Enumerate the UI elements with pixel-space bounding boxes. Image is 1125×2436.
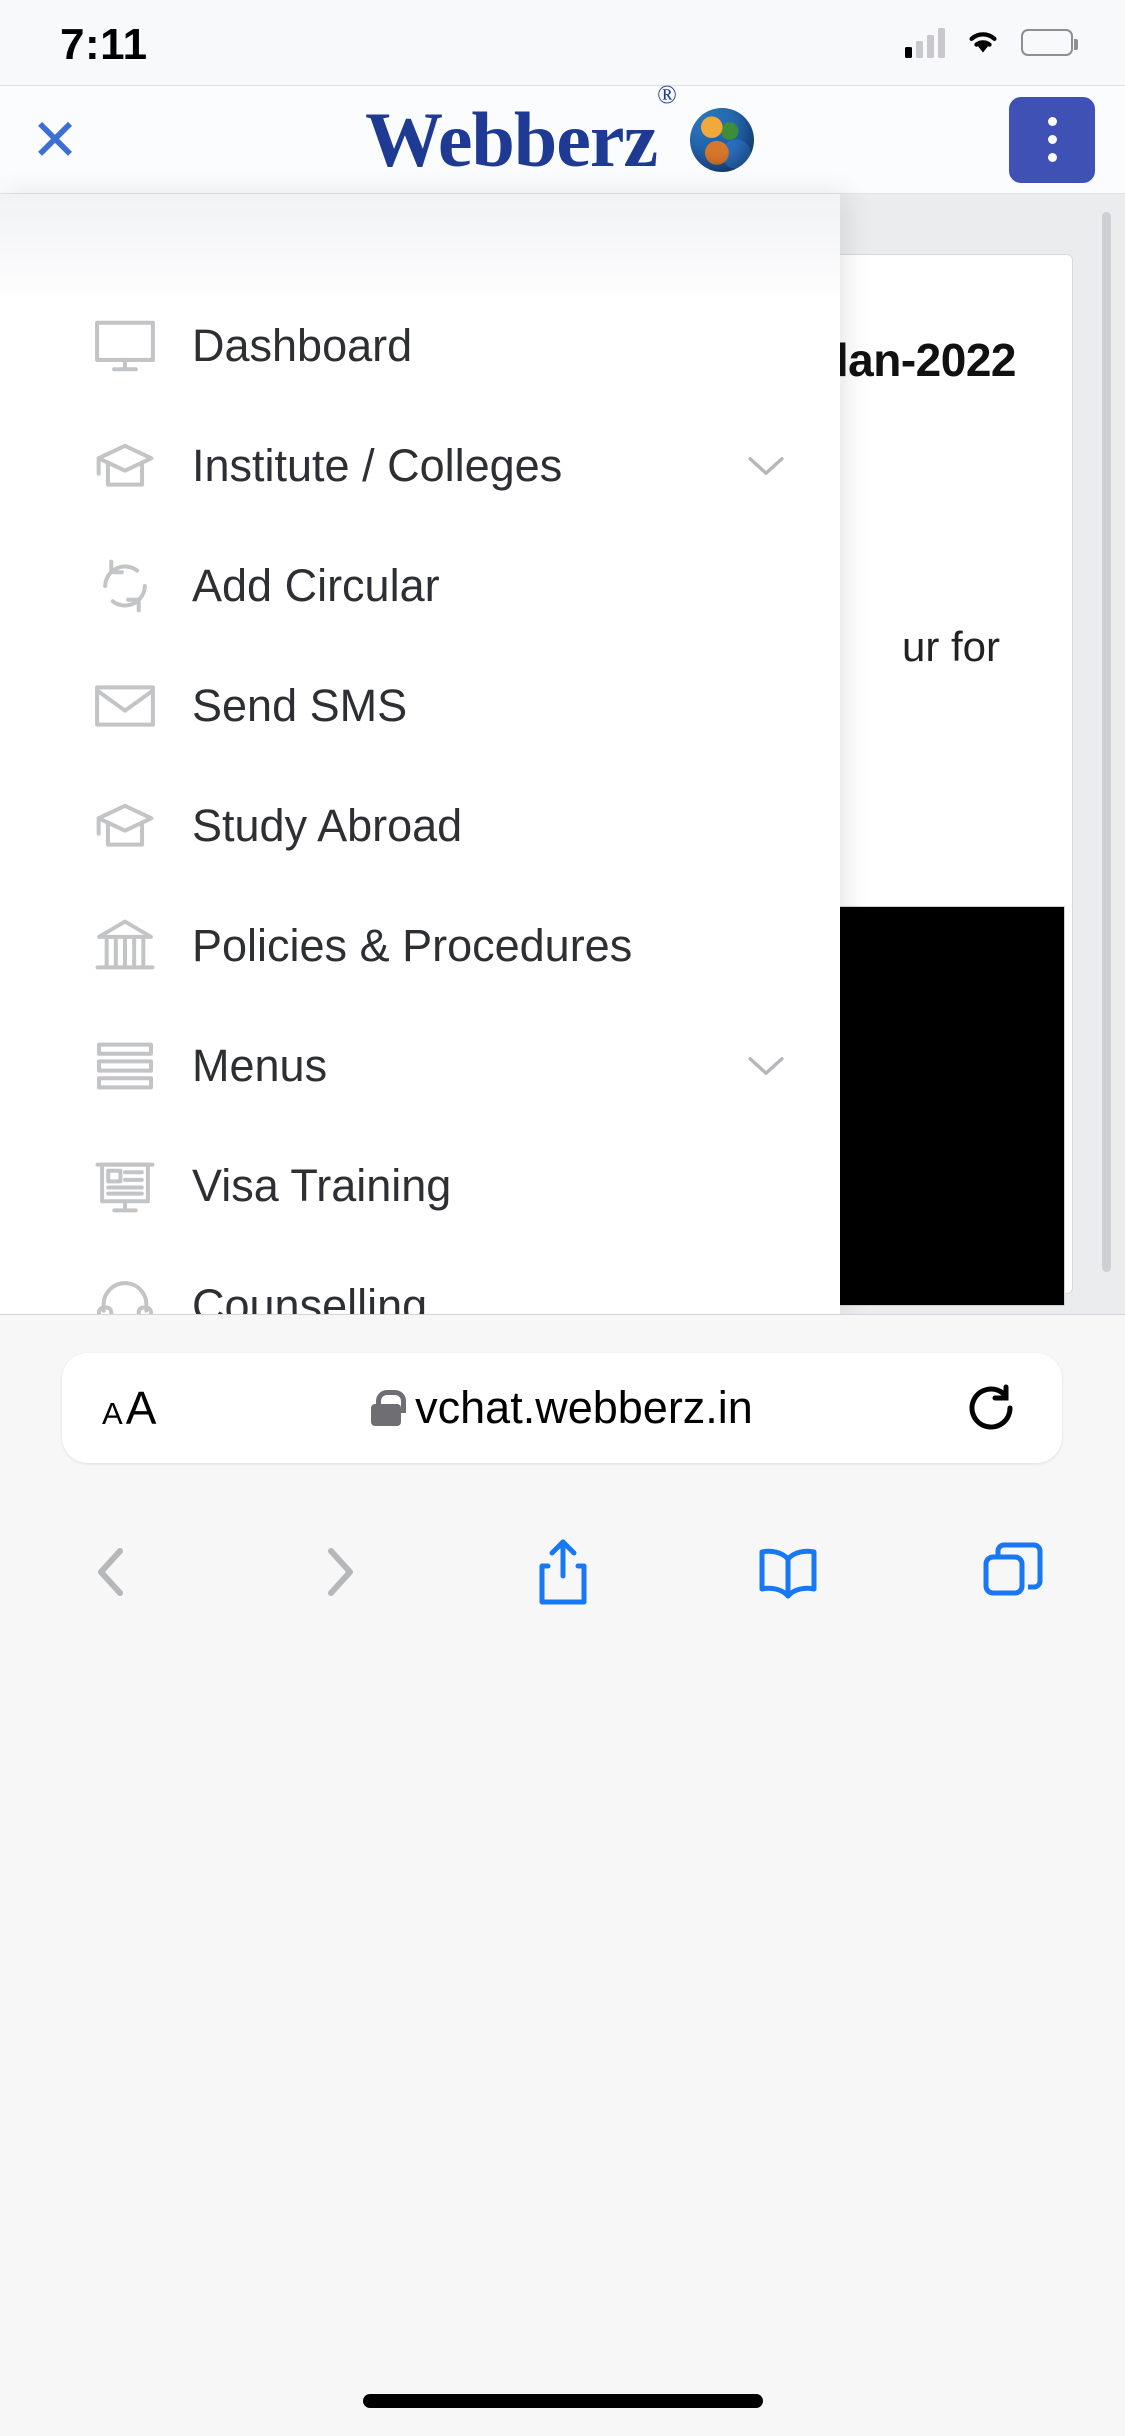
battery-low-icon <box>1021 29 1078 56</box>
wifi-icon <box>963 25 1003 60</box>
bank-columns-icon <box>84 910 166 982</box>
back-button[interactable] <box>0 1541 225 1603</box>
sidebar-item-label: Policies & Procedures <box>192 920 633 971</box>
sidebar-item-study-abroad[interactable]: Study Abroad <box>0 766 840 886</box>
sidebar-item-visa-training[interactable]: Visa Training <box>0 1126 840 1246</box>
sidebar-item-label: Study Abroad <box>192 800 463 851</box>
iphone-screen: 7:11 ✕ Webberz® lan-2022 ur for Dashboar… <box>0 0 1125 2436</box>
brand-name: Webberz® <box>365 79 677 183</box>
brand-logo[interactable]: Webberz® <box>110 79 1009 183</box>
tabs-icon[interactable] <box>900 1539 1125 1605</box>
sidebar-item-label: Menus <box>192 1040 328 1091</box>
sidebar-item-label: Institute / Colleges <box>192 440 563 491</box>
url-display[interactable]: vchat.webberz.in <box>232 1382 892 1434</box>
kebab-menu-icon[interactable] <box>1009 96 1095 183</box>
share-icon[interactable] <box>450 1536 675 1608</box>
safari-browser-chrome: AA vchat.webberz.in <box>0 1314 1125 2436</box>
registered-mark-icon: ® <box>657 79 677 109</box>
close-icon[interactable]: ✕ <box>0 111 110 169</box>
graduation-cap-icon <box>84 430 166 502</box>
safari-toolbar <box>0 1497 1125 1647</box>
sidebar-item-label: Send SMS <box>192 680 408 731</box>
url-bar[interactable]: AA vchat.webberz.in <box>62 1353 1062 1463</box>
sidebar-item-menus[interactable]: Menus <box>0 1006 840 1126</box>
globe-icon <box>689 107 754 172</box>
status-bar: 7:11 <box>0 0 1125 86</box>
sidebar-item-institute-colleges[interactable]: Institute / Colleges <box>0 406 840 526</box>
sidebar-item-send-sms[interactable]: Send SMS <box>0 646 840 766</box>
chevron-down-icon[interactable] <box>736 1053 796 1079</box>
reload-icon[interactable] <box>892 1377 1022 1439</box>
book-icon[interactable] <box>675 1541 900 1603</box>
page-scrollbar[interactable] <box>1102 212 1111 1272</box>
lock-icon <box>371 1390 407 1426</box>
sidebar-item-counselling[interactable]: Counselling <box>0 1246 840 1314</box>
refresh-circle-icon <box>84 550 166 622</box>
envelope-icon <box>84 670 166 742</box>
presentation-icon <box>84 1150 166 1222</box>
graduation-cap-icon <box>84 790 166 862</box>
home-indicator <box>362 2394 763 2408</box>
sidebar-item-label: Counselling <box>192 1280 428 1314</box>
chevron-down-icon[interactable] <box>736 453 796 479</box>
list-lines-icon <box>84 1030 166 1102</box>
sidebar-item-dashboard[interactable]: Dashboard <box>0 286 840 406</box>
cellular-signal-icon <box>905 27 945 58</box>
monitor-icon <box>84 310 166 382</box>
status-bar-clock: 7:11 <box>60 19 148 69</box>
site-header: ✕ Webberz® <box>0 79 1125 194</box>
sidebar-item-policies-procedures[interactable]: Policies & Procedures <box>0 886 840 1006</box>
sidebar-item-label: Add Circular <box>192 560 440 611</box>
headset-icon <box>84 1270 166 1314</box>
drawer-header-area <box>0 194 840 294</box>
status-bar-indicators <box>905 25 1078 60</box>
url-text: vchat.webberz.in <box>415 1382 753 1433</box>
side-navigation-drawer: Dashboard Institute / Colleges Add Circula… <box>0 194 840 1314</box>
sidebar-item-label: Visa Training <box>192 1160 452 1211</box>
sidebar-item-label: Dashboard <box>192 320 413 371</box>
text-size-button[interactable]: AA <box>102 1381 232 1435</box>
forward-button[interactable] <box>225 1541 450 1603</box>
navigation-menu: Dashboard Institute / Colleges Add Circula… <box>0 286 840 1314</box>
sidebar-item-add-circular[interactable]: Add Circular <box>0 526 840 646</box>
